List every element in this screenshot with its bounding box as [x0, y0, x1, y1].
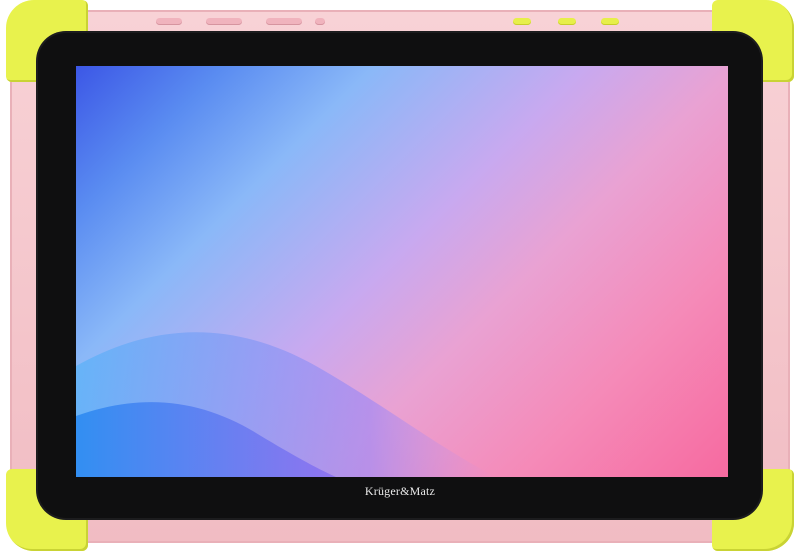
wallpaper	[76, 332, 496, 477]
top-button[interactable]	[206, 18, 242, 25]
top-button[interactable]	[513, 18, 531, 25]
top-button[interactable]	[156, 18, 182, 25]
brand-logo-text: Krüger&Matz	[364, 484, 436, 498]
top-button[interactable]	[601, 18, 619, 25]
top-button[interactable]	[266, 18, 302, 25]
display-screen[interactable]	[76, 66, 728, 477]
top-button[interactable]	[558, 18, 576, 25]
top-port	[315, 18, 325, 25]
